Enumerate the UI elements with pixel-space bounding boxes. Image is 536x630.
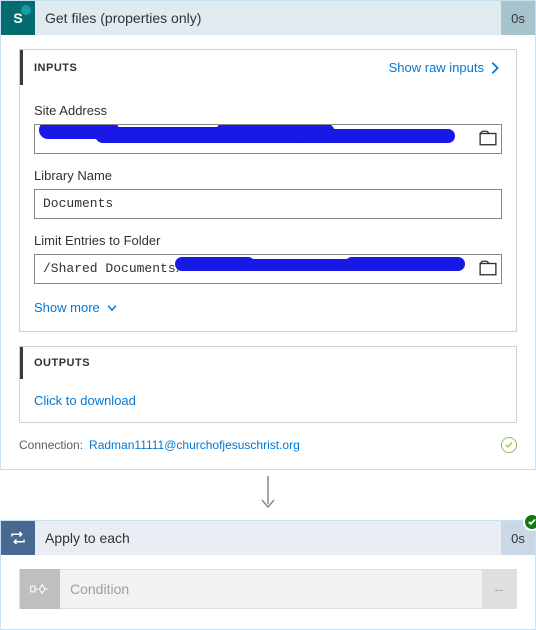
action-card-get-files: S Get files (properties only) 0s INPUTS … [0,0,536,470]
condition-icon [20,569,60,609]
condition-title: Condition [60,581,129,597]
inputs-body: Site Address Library Name Documents [20,85,516,331]
loop-icon [1,521,35,555]
outputs-header-label: OUTPUTS [34,357,90,369]
success-badge-icon [523,513,536,531]
site-address-field[interactable] [34,124,502,154]
card-title: Apply to each [35,530,130,546]
condition-card[interactable]: Condition -- [19,569,517,609]
inputs-header-label: INPUTS [34,62,77,74]
connection-ok-icon [501,437,517,453]
redaction-mark [175,257,255,271]
library-name-field[interactable]: Documents [34,189,502,219]
connection-label: Connection: [19,438,83,452]
sharepoint-icon: S [1,1,35,35]
flow-arrow [0,470,536,520]
folder-picker-icon[interactable] [479,259,497,277]
redaction-mark [345,257,465,271]
show-more-label: Show more [34,300,100,315]
inputs-section: INPUTS Show raw inputs Site Address [19,49,517,332]
library-name-label: Library Name [34,168,502,183]
card-header[interactable]: Apply to each 0s [1,521,535,555]
site-address-label: Site Address [34,103,502,118]
card-body: INPUTS Show raw inputs Site Address [1,35,535,469]
outputs-header: OUTPUTS [20,347,516,379]
folder-picker-icon[interactable] [479,129,497,147]
nested-body: Condition -- [1,555,535,629]
limit-folder-field[interactable]: /Shared Documents/ [34,254,502,284]
duration-badge: 0s [501,1,535,35]
redaction-mark [245,259,355,271]
card-header-left: Apply to each [1,521,501,555]
action-card-apply-to-each: Apply to each 0s Condition -- [0,520,536,630]
download-outputs-link[interactable]: Click to download [20,379,516,422]
card-title: Get files (properties only) [35,10,201,26]
chevron-down-icon [106,302,118,314]
redaction-mark [295,129,455,143]
card-header[interactable]: S Get files (properties only) 0s [1,1,535,35]
show-raw-inputs-label: Show raw inputs [389,60,484,75]
library-name-value: Documents [43,196,113,211]
connection-row: Connection: Radman11111@churchofjesuschr… [19,437,517,453]
chevron-right-icon [488,61,502,75]
card-header-left: S Get files (properties only) [1,1,501,35]
show-raw-inputs-link[interactable]: Show raw inputs [389,60,502,75]
condition-duration: -- [482,570,516,608]
outputs-section: OUTPUTS Click to download [19,346,517,423]
connection-value[interactable]: Radman11111@churchofjesuschrist.org [89,438,300,452]
inputs-header: INPUTS Show raw inputs [20,50,516,85]
limit-folder-value: /Shared Documents/ [43,261,183,276]
show-more-link[interactable]: Show more [34,300,502,315]
limit-folder-label: Limit Entries to Folder [34,233,502,248]
